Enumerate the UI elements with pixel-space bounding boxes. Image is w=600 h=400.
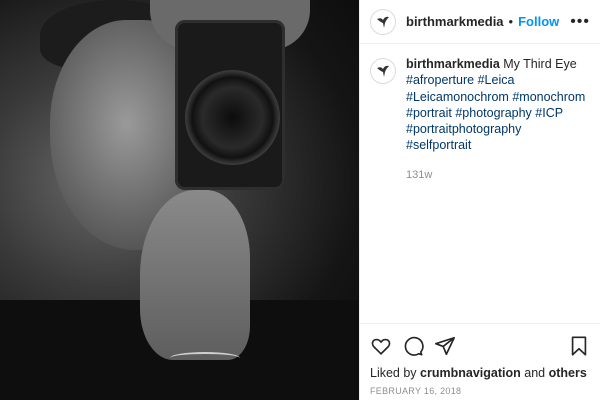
post-actions: Liked by crumbnavigation and others FEBR… — [360, 323, 600, 400]
hashtag[interactable]: #photography — [455, 106, 531, 120]
hashtag[interactable]: #portraitphotography — [406, 122, 521, 136]
more-options-icon[interactable]: ••• — [570, 13, 590, 31]
post-date[interactable]: FEBRUARY 16, 2018 — [370, 386, 590, 396]
hashtag[interactable]: #portrait — [406, 106, 452, 120]
hashtag[interactable]: #ICP — [535, 106, 563, 120]
comment-icon[interactable] — [402, 335, 424, 357]
instagram-post: birthmarkmedia • Follow ••• birthmarkmed… — [0, 0, 600, 400]
post-header: birthmarkmedia • Follow ••• — [360, 0, 600, 44]
caption-age[interactable]: 131w — [406, 168, 590, 182]
follow-button[interactable]: Follow — [518, 14, 559, 29]
action-icons — [370, 332, 590, 360]
hashtag[interactable]: #Leicamonochrom — [406, 90, 509, 104]
caption-username[interactable]: birthmarkmedia — [406, 57, 500, 71]
hashtag[interactable]: #selfportrait — [406, 138, 471, 152]
hashtag[interactable]: #afroperture — [406, 73, 474, 87]
bird-logo-icon — [377, 65, 389, 77]
bookmark-icon[interactable] — [568, 335, 590, 357]
likes-line: Liked by crumbnavigation and others — [370, 366, 590, 380]
hashtag[interactable]: #monochrom — [512, 90, 585, 104]
post-photo[interactable] — [0, 0, 359, 400]
hashtag[interactable]: #Leica — [478, 73, 515, 87]
caption-avatar[interactable] — [370, 58, 396, 84]
caption-text: My Third Eye — [503, 57, 577, 71]
likes-prefix: Liked by — [370, 366, 417, 380]
photo-hand-bottom — [140, 190, 250, 360]
photo-camera-lens — [185, 70, 280, 165]
likes-middle: and — [524, 366, 546, 380]
likes-user[interactable]: crumbnavigation — [420, 366, 521, 380]
likes-others[interactable]: others — [549, 366, 587, 380]
photo-bracelet — [170, 352, 240, 364]
bird-logo-icon — [377, 16, 389, 28]
header-separator: • — [508, 14, 514, 29]
header-username[interactable]: birthmarkmedia — [406, 14, 504, 29]
heart-icon[interactable] — [370, 335, 392, 357]
share-icon[interactable] — [434, 335, 456, 357]
caption-body: birthmarkmedia My Third Eye #afroperture… — [406, 56, 590, 311]
caption-area: birthmarkmedia My Third Eye #afroperture… — [360, 44, 600, 323]
avatar[interactable] — [370, 8, 396, 35]
post-side-panel: birthmarkmedia • Follow ••• birthmarkmed… — [359, 0, 600, 400]
